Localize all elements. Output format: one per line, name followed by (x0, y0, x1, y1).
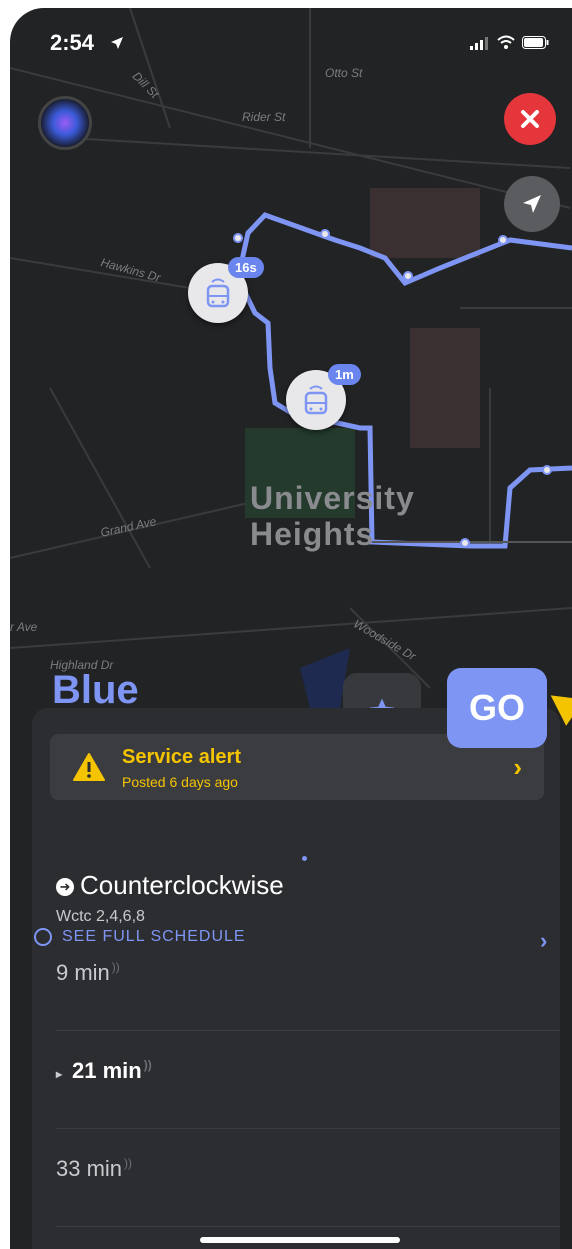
alert-posted-time: Posted 6 days ago (122, 774, 238, 790)
arrival-time-label: 9 min (56, 960, 110, 985)
realtime-icon: )) (111, 960, 120, 974)
chevron-right-icon: › (513, 752, 522, 782)
street-label: Otto St (325, 66, 363, 80)
divider (56, 1226, 560, 1227)
bus-icon (206, 278, 230, 308)
status-bar: 2:54 (10, 8, 572, 68)
route-name: Blue (52, 668, 139, 712)
arrival-time-label: 21 min (72, 1058, 142, 1083)
close-icon (521, 110, 539, 128)
route-code: Wctc 2,4,6,8 (56, 908, 145, 925)
arrival-time-label: 33 min (56, 1156, 123, 1181)
direction-selector[interactable]: ➜ Counterclockwise (56, 870, 284, 901)
app-screen: Otto St Rider St Dill St Hawkins Dr Gran… (10, 8, 572, 1249)
route-details-panel: Service alert Posted 6 days ago › ➜ Count… (32, 708, 560, 1249)
direction-label: Counterclockwise (80, 870, 284, 900)
wifi-icon (497, 35, 515, 49)
street-label: Rider St (242, 110, 286, 124)
map-view[interactable]: Otto St Rider St Dill St Hawkins Dr Gran… (10, 8, 572, 768)
clock-icon (34, 928, 52, 946)
recenter-location-button[interactable] (504, 176, 560, 232)
direction-indicator-dot (302, 856, 307, 861)
location-arrow-icon (111, 37, 123, 49)
street-label: r Ave (10, 620, 38, 634)
siri-button[interactable] (38, 96, 92, 150)
realtime-icon: )) (143, 1058, 152, 1072)
close-button[interactable] (504, 93, 556, 145)
bus-eta-badge: 1m (328, 364, 361, 385)
go-button[interactable]: GO (447, 668, 547, 748)
arrow-right-circle-icon: ➜ (56, 878, 74, 897)
navigation-arrow-icon (523, 195, 541, 213)
realtime-icon: )) (124, 1156, 133, 1170)
arrival-time[interactable]: 33 min)) (56, 1156, 132, 1182)
bus-eta-badge: 16s (228, 257, 264, 278)
bus-icon (304, 385, 328, 415)
status-time: 2:54 (50, 30, 95, 55)
divider (56, 1128, 560, 1129)
arrival-time-selected[interactable]: ▸ 21 min)) (56, 1058, 152, 1084)
caret-right-icon: ▸ (56, 1067, 63, 1081)
battery-icon (522, 36, 549, 49)
divider (56, 1030, 560, 1031)
chevron-right-icon[interactable]: › (540, 928, 547, 954)
bus-marker[interactable]: 1m (286, 364, 361, 430)
home-indicator (200, 1237, 400, 1243)
arrival-time[interactable]: 9 min)) (56, 960, 120, 986)
warning-icon (73, 753, 105, 781)
schedule-label: SEE FULL SCHEDULE (62, 928, 246, 946)
neighborhood-label: University Heights (250, 480, 415, 552)
see-full-schedule-link[interactable]: SEE FULL SCHEDULE (34, 928, 246, 946)
signal-icon (470, 37, 488, 50)
bus-marker[interactable]: 16s (188, 257, 264, 323)
alert-title: Service alert (122, 746, 241, 768)
